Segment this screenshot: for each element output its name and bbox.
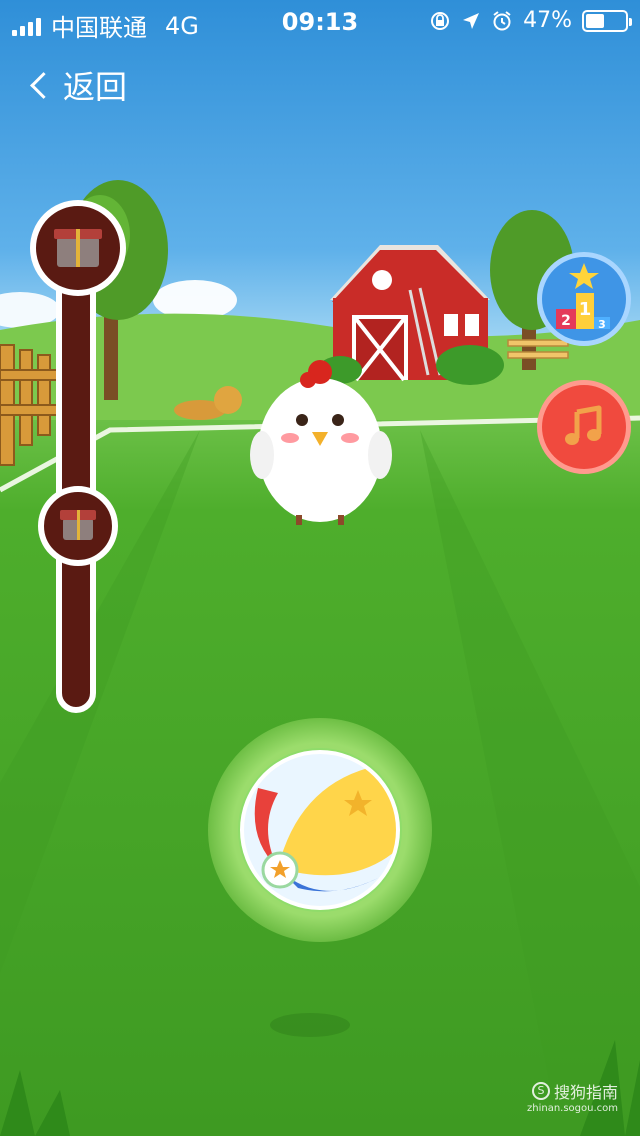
gift-icon — [60, 510, 96, 540]
farm-background — [0, 180, 640, 1136]
rotation-lock-icon — [431, 11, 450, 30]
gift-reward-middle[interactable] — [38, 486, 118, 566]
gift-icon — [54, 229, 102, 267]
watermark: S 搜狗指南 zhinan.sogou.com — [527, 1079, 618, 1114]
rank-first: 1 — [579, 299, 592, 320]
watermark-url: zhinan.sogou.com — [526, 1103, 618, 1114]
watermark-text: 搜狗指南 — [553, 1083, 618, 1102]
battery-percent: 47% — [523, 8, 572, 33]
progress-rail — [56, 225, 96, 713]
ball-throw-button[interactable] — [208, 718, 432, 942]
watermark-main: S 搜狗指南 — [527, 1079, 618, 1103]
chevron-left-icon — [30, 71, 57, 99]
alarm-icon — [493, 10, 511, 30]
music-button[interactable] — [537, 380, 631, 474]
leaderboard-button[interactable]: 1 2 3 — [537, 252, 631, 346]
leaderboard-icon: 1 2 3 — [556, 263, 610, 331]
music-note-icon — [565, 405, 602, 445]
battery-icon — [582, 9, 632, 32]
sogou-logo-icon: S — [531, 1082, 550, 1100]
status-right: 47% — [429, 8, 632, 33]
rank-second: 2 — [561, 313, 571, 329]
beach-ball-icon — [240, 750, 400, 910]
game-scene: 中国联通 4G 09:13 47% 返回 1 2 3 S 搜狗指南 zhinan… — [0, 0, 640, 1136]
back-label: 返回 — [63, 68, 128, 106]
gift-reward-top[interactable] — [30, 200, 126, 296]
status-bar: 中国联通 4G 09:13 47% — [0, 0, 640, 44]
rank-third: 3 — [598, 318, 606, 331]
back-button[interactable]: 返回 — [28, 62, 127, 108]
location-icon — [463, 12, 480, 29]
